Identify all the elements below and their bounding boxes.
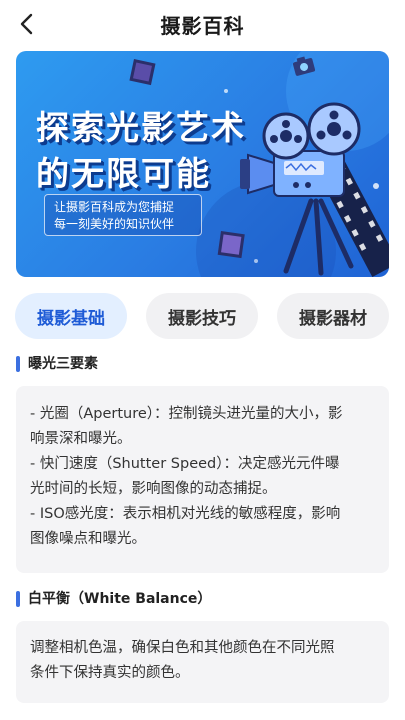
content-card-exposure: - 光圈（Aperture）：控制镜头进光量的大小，影 响景深和曝光。 - 快门… — [16, 386, 389, 573]
top-bar: 摄影百科 — [0, 0, 405, 48]
tab-photography-equipment[interactable]: 摄影器材 — [277, 293, 389, 339]
section-title-text: 曝光三要素 — [28, 356, 98, 372]
banner-subtitle-line2: 每一刻美好的知识伙伴 — [54, 217, 175, 231]
section-title-exposure: 曝光三要素 — [16, 355, 98, 373]
content-line: 条件下保持真实的颜色。 — [30, 665, 190, 681]
content-line: 光时间的长短，影响图像的动态捕捉。 — [30, 481, 277, 497]
category-tabs: 摄影基础 摄影技巧 摄影器材 — [0, 293, 405, 341]
hero-banner[interactable]: 探索光影艺术 的无限可能 让摄影百科成为您捕捉 每一刻美好的知识伙伴 — [16, 51, 389, 277]
content-line: - 快门速度（Shutter Speed）：决定感光元件曝 — [30, 456, 340, 472]
banner-headline-line1: 探索光影艺术 — [36, 108, 246, 147]
section-title-text: 白平衡（White Balance） — [28, 591, 212, 607]
content-card-white-balance: 调整相机色温，确保白色和其他颜色在不同光照 条件下保持真实的颜色。 — [16, 621, 389, 703]
content-line: 调整相机色温，确保白色和其他颜色在不同光照 — [30, 640, 335, 656]
section-accent-bar — [16, 591, 20, 607]
content-line: 图像噪点和曝光。 — [30, 531, 146, 547]
section-title-white-balance: 白平衡（White Balance） — [16, 590, 211, 608]
tab-photography-basics[interactable]: 摄影基础 — [15, 293, 127, 339]
content-line: 响景深和曝光。 — [30, 431, 132, 447]
banner-subtitle: 让摄影百科成为您捕捉 每一刻美好的知识伙伴 — [44, 194, 202, 236]
section-accent-bar — [16, 356, 20, 372]
page-title: 摄影百科 — [160, 14, 245, 38]
content-line: - ISO感光度：表示相机对光线的敏感程度，影响 — [30, 506, 341, 522]
tab-photography-techniques[interactable]: 摄影技巧 — [146, 293, 258, 339]
banner-subtitle-line1: 让摄影百科成为您捕捉 — [54, 200, 175, 214]
content-line: - 光圈（Aperture）：控制镜头进光量的大小，影 — [30, 406, 343, 422]
banner-headline-line2: 的无限可能 — [36, 154, 211, 193]
